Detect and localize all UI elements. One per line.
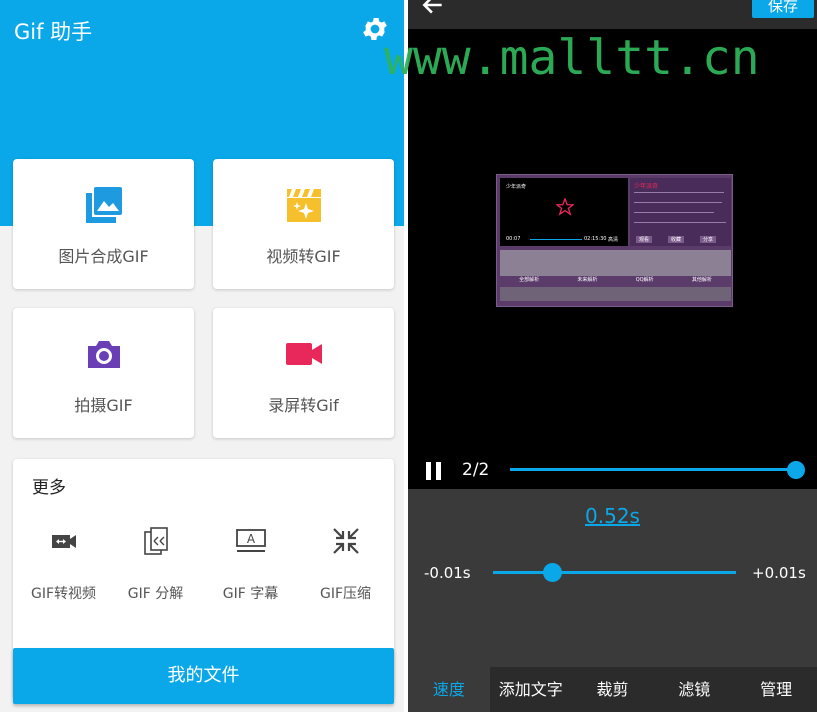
delay-slider-knob[interactable] xyxy=(543,563,562,582)
preview-tab: 其他解析 xyxy=(691,277,712,283)
compress-icon xyxy=(332,528,359,554)
tool-label: GIF 字幕 xyxy=(222,586,279,602)
tool-gif-split[interactable]: GIF 分解 xyxy=(108,525,203,605)
save-button[interactable]: 保存 xyxy=(752,0,814,18)
pause-bar xyxy=(426,462,431,480)
preview-seek xyxy=(530,239,582,240)
preview-frame-image: 少年派奇 00:07 02:15:30 高清 少年派奇 观看 收藏 分享 全部解… xyxy=(496,174,733,307)
delay-slider-track[interactable] xyxy=(493,571,736,574)
preview-time-right: 02:15:30 xyxy=(584,236,607,242)
card-label: 拍摄GIF xyxy=(74,396,133,415)
preview-button: 收藏 xyxy=(668,236,685,243)
star-logo-icon xyxy=(556,198,574,216)
svg-text:A: A xyxy=(246,532,255,546)
card-video-to-gif[interactable]: 视频转GIF xyxy=(213,159,394,289)
gif-preview-area: 少年派奇 00:07 02:15:30 高清 少年派奇 观看 收藏 分享 全部解… xyxy=(408,29,817,489)
tool-label: GIF压缩 xyxy=(319,586,372,602)
card-label: 图片合成GIF xyxy=(58,247,149,266)
camera-icon xyxy=(87,341,120,368)
pause-bar xyxy=(436,462,441,480)
watermark-text: www.malltt.cn xyxy=(384,30,760,86)
my-files-button[interactable]: 我的文件 xyxy=(13,648,394,704)
card-label: 视频转GIF xyxy=(266,247,341,266)
tool-gif-compress[interactable]: GIF压缩 xyxy=(298,525,393,605)
image-stack-icon xyxy=(85,187,122,223)
subtitle-icon: A xyxy=(235,529,266,552)
increase-delay-label[interactable]: +0.01s xyxy=(752,564,806,582)
tab-speed[interactable]: 速度 xyxy=(408,667,490,712)
back-arrow-icon[interactable] xyxy=(420,0,446,18)
frame-counter: 2/2 xyxy=(462,460,490,480)
tab-manage[interactable]: 管理 xyxy=(735,667,817,712)
delay-value[interactable]: 0.52s xyxy=(408,504,817,528)
divider xyxy=(634,192,724,193)
editor-tabbar: 速度 添加文字 裁剪 滤镜 管理 xyxy=(408,667,817,712)
tab-crop[interactable]: 裁剪 xyxy=(572,667,654,712)
preview-quality: 高清 xyxy=(608,237,619,243)
divider xyxy=(634,202,722,203)
preview-tab: QQ解析 xyxy=(635,277,654,283)
preview-player-title: 少年派奇 xyxy=(506,184,527,190)
card-screen-record-to-gif[interactable]: 录屏转Gif xyxy=(213,308,394,438)
tool-gif-to-video[interactable]: GIF转视频 xyxy=(16,525,111,605)
divider xyxy=(634,222,726,223)
decrease-delay-label[interactable]: -0.01s xyxy=(424,564,471,582)
preview-tab: 未来解析 xyxy=(577,277,598,283)
more-title: 更多 xyxy=(32,478,66,498)
preview-time-left: 00:07 xyxy=(506,236,521,242)
video-camera-icon xyxy=(285,343,322,365)
preview-gray-band-2 xyxy=(500,287,731,301)
frame-seekbar[interactable] xyxy=(510,468,796,471)
tab-filter[interactable]: 滤镜 xyxy=(653,667,735,712)
clapperboard-icon xyxy=(286,189,321,222)
card-images-to-gif[interactable]: 图片合成GIF xyxy=(13,159,194,289)
tab-add-text[interactable]: 添加文字 xyxy=(490,667,572,712)
preview-info-pane: 少年派奇 观看 收藏 分享 xyxy=(630,178,731,246)
split-icon xyxy=(143,527,168,555)
preview-button: 分享 xyxy=(700,236,717,243)
preview-gray-band xyxy=(500,250,731,276)
tool-label: GIF转视频 xyxy=(30,586,97,602)
tool-gif-subtitle[interactable]: A GIF 字幕 xyxy=(203,525,298,605)
preview-player-pane: 少年派奇 00:07 02:15:30 高清 xyxy=(500,178,628,246)
screenshot-root: Gif 助手 图片合成GIF 视频转GIF 拍摄GIF 录屏转Gif 更多 GI… xyxy=(0,0,817,712)
preview-tabs: 全部解析 未来解析 QQ解析 其他解析 xyxy=(500,276,731,286)
gif-assistant-home: Gif 助手 图片合成GIF 视频转GIF 拍摄GIF 录屏转Gif 更多 GI… xyxy=(0,0,404,712)
card-label: 录屏转Gif xyxy=(268,396,339,415)
preview-button: 观看 xyxy=(636,236,653,243)
frame-seekbar-knob[interactable] xyxy=(787,461,805,479)
card-shoot-gif[interactable]: 拍摄GIF xyxy=(13,308,194,438)
gif-to-video-icon xyxy=(51,535,76,548)
preview-tab: 全部解析 xyxy=(519,277,540,283)
app-title: Gif 助手 xyxy=(14,20,93,44)
pause-icon[interactable] xyxy=(426,462,442,480)
gif-editor: 保存 少年派奇 00:07 02:15:30 高清 少年派奇 观看 收藏 分享 … xyxy=(408,0,817,712)
divider xyxy=(634,212,714,213)
tool-label: GIF 分解 xyxy=(127,586,184,602)
preview-info-title: 少年派奇 xyxy=(634,183,659,190)
